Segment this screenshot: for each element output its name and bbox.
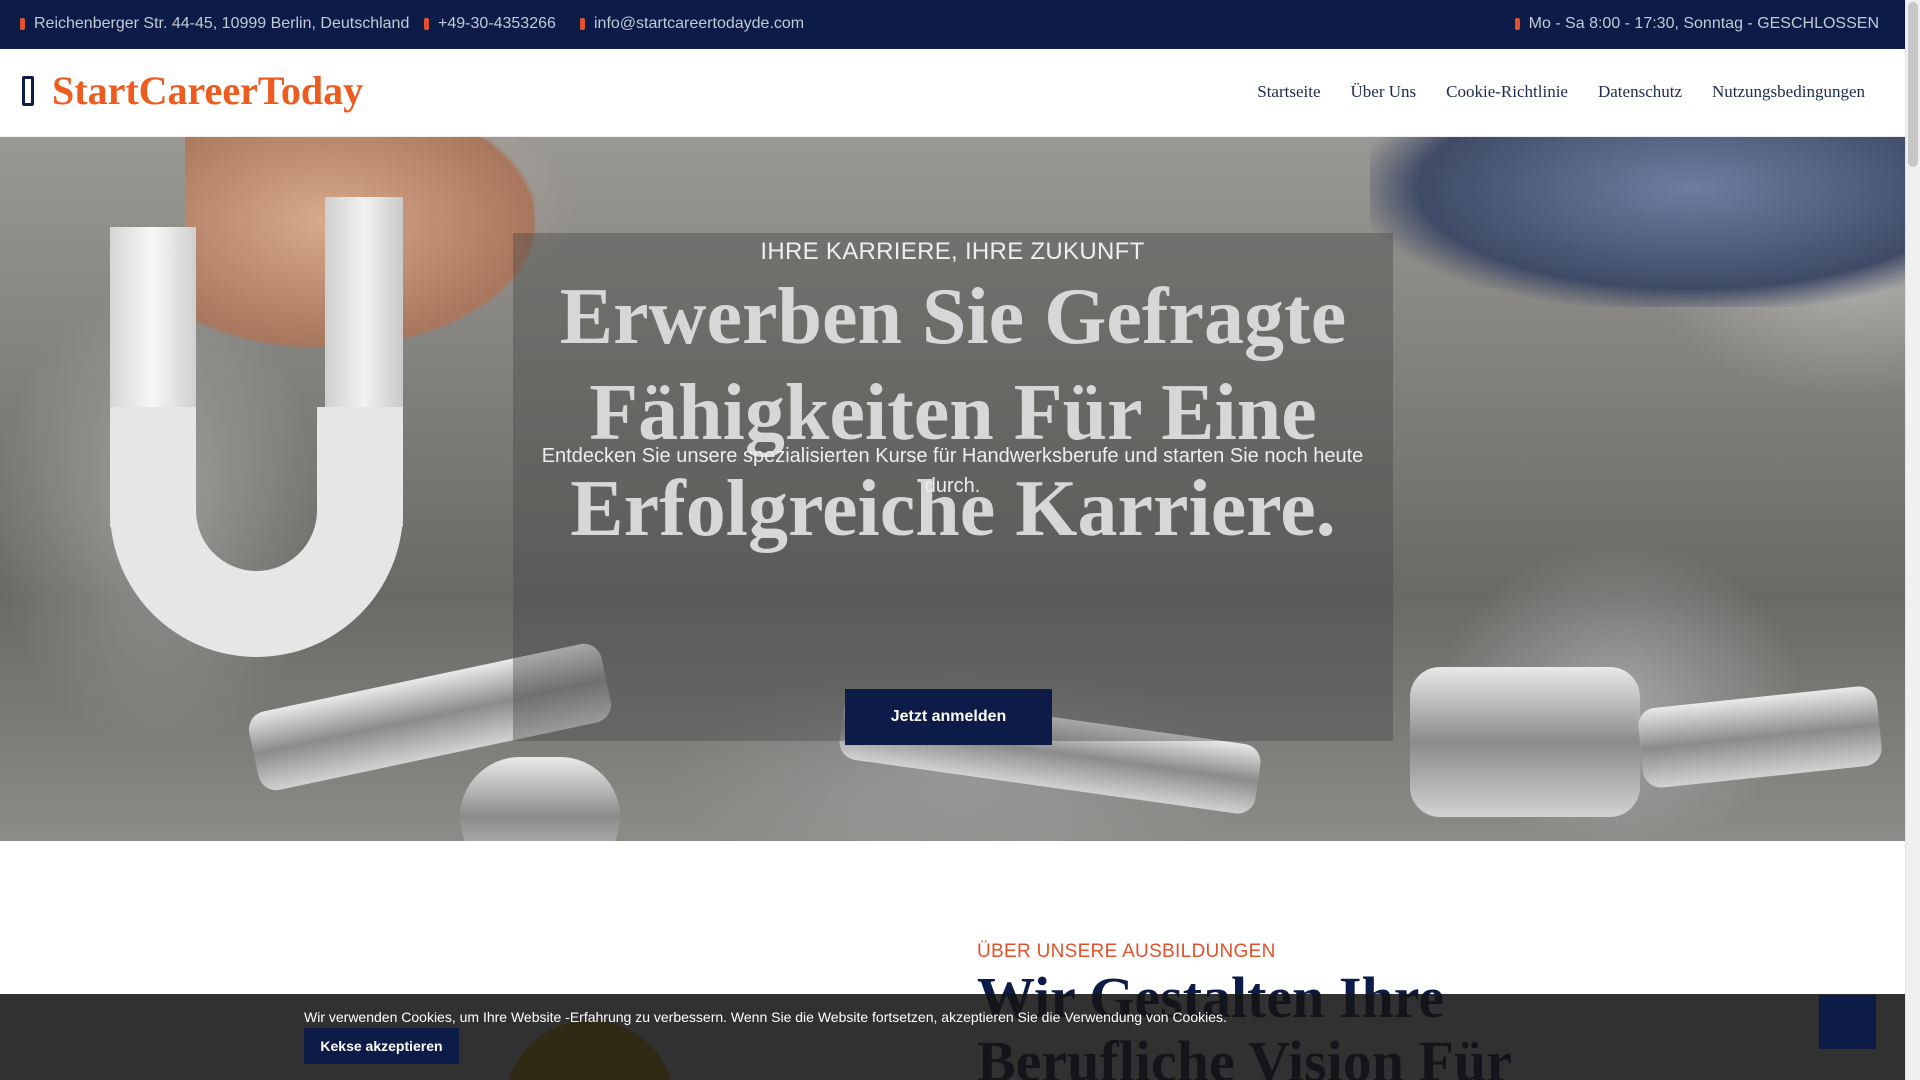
arrow-up-icon — [1840, 1014, 1854, 1028]
clock-icon — [1514, 18, 1520, 30]
enroll-button[interactable]: Jetzt anmelden — [845, 689, 1052, 745]
nav-item-cookie-richtlinie[interactable]: Cookie-Richtlinie — [1446, 82, 1568, 102]
email-item[interactable]: info@startcareertodayde.com — [580, 15, 804, 33]
nav-item-startseite[interactable]: Startseite — [1257, 82, 1320, 102]
cookie-text: Wir verwenden Cookies, um Ihre Website -… — [304, 1009, 1227, 1025]
phone-icon — [424, 18, 429, 30]
accept-cookies-button[interactable]: Kekse akzeptieren — [304, 1028, 459, 1064]
phone-text[interactable]: +49-30-4353266 — [438, 15, 556, 33]
hero-photo-fitting — [1636, 684, 1884, 790]
brand-icon — [22, 75, 34, 106]
top-info-bar: Reichenberger Str. 44-45, 10999 Berlin, … — [0, 0, 1905, 49]
site-logo[interactable]: StartCareerToday — [22, 67, 363, 114]
email-text[interactable]: info@startcareertodayde.com — [594, 15, 804, 33]
hero-photo-pipe-bend — [110, 407, 403, 657]
site-header: StartCareerToday Startseite Über Uns Coo… — [0, 49, 1905, 137]
nav-item-ueber-uns[interactable]: Über Uns — [1351, 82, 1417, 102]
brand-name[interactable]: StartCareerToday — [52, 67, 363, 114]
page-scrollbar[interactable] — [1905, 0, 1920, 1080]
envelope-icon — [580, 18, 585, 30]
hero-headline: Erwerben Sie Gefragte Fähigkeiten Für Ei… — [559, 273, 1347, 553]
map-marker-icon — [20, 18, 25, 30]
hero-photo-fitting — [460, 757, 620, 841]
hero-photo-sleeve — [1370, 137, 1905, 307]
hero-lead: Entdecken Sie unsere spezialisierten Kur… — [541, 445, 1364, 497]
about-eyebrow: ÜBER UNSERE AUSBILDUNGEN — [977, 941, 1276, 962]
hours-item: Mo - Sa 8:00 - 17:30, Sonntag - GESCHLOS… — [1514, 15, 1879, 33]
hours-text: Mo - Sa 8:00 - 17:30, Sonntag - GESCHLOS… — [1528, 15, 1879, 32]
nav-item-datenschutz[interactable]: Datenschutz — [1598, 82, 1682, 102]
scrollbar-thumb[interactable] — [1908, 2, 1918, 167]
address-text: Reichenberger Str. 44-45, 10999 Berlin, … — [34, 15, 410, 32]
address-item: Reichenberger Str. 44-45, 10999 Berlin, … — [20, 15, 409, 33]
cookie-banner: Wir verwenden Cookies, um Ihre Website -… — [0, 994, 1905, 1080]
back-to-top-button[interactable] — [1819, 995, 1876, 1049]
hero-eyebrow: IHRE KARRIERE, IHRE ZUKUNFT — [760, 238, 1145, 265]
main-menu: Startseite Über Uns Cookie-Richtlinie Da… — [1227, 82, 1865, 102]
nav-item-nutzungsbedingungen[interactable]: Nutzungsbedingungen — [1712, 82, 1865, 102]
phone-item[interactable]: +49-30-4353266 — [424, 15, 556, 33]
hero-photo-fitting — [1410, 667, 1640, 817]
